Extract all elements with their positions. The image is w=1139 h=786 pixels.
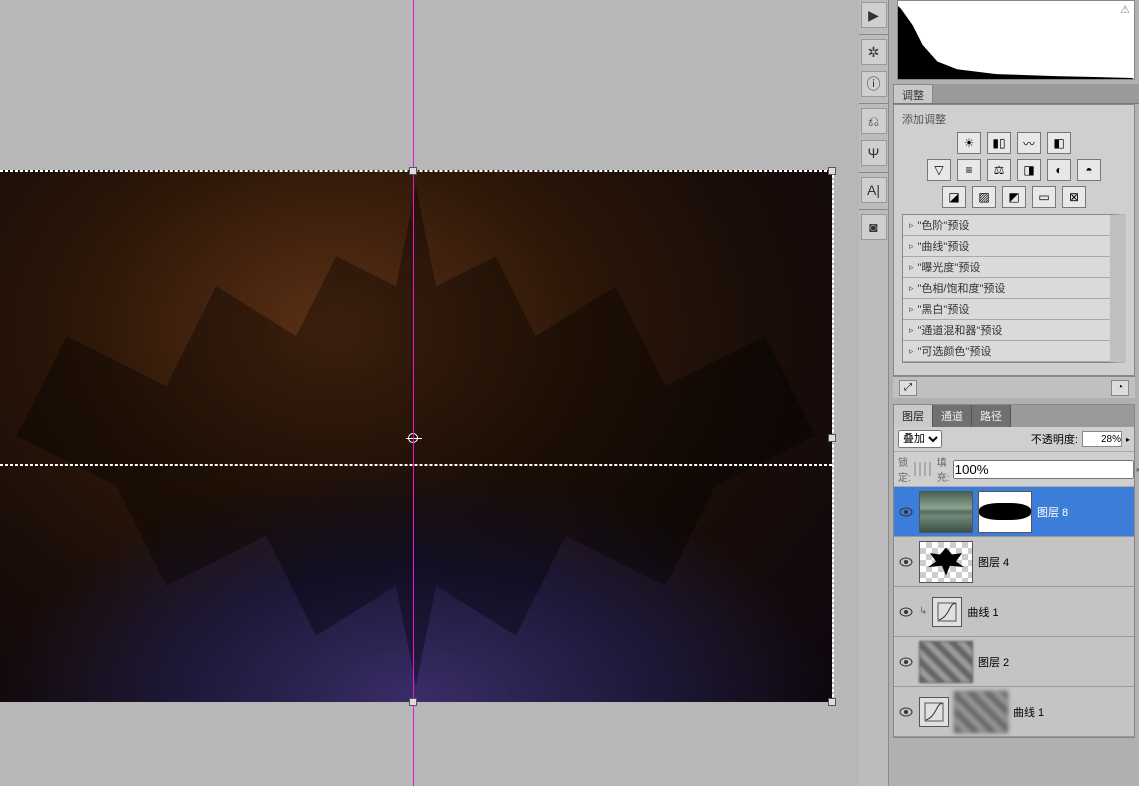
preset-exposure[interactable]: "曝光度"预设 [903,257,1110,278]
adjustments-panel: 添加调整 ☀ ▮▯ 〰 ◧ ▽ ≡ ⚖ ◨ ◐ ◓ ◪ ▨ ◩ ▭ ⊠ "色阶"… [893,104,1135,376]
visibility-icon[interactable] [898,504,914,520]
bw-icon[interactable]: ◨ [1017,159,1041,181]
add-adjustment-label: 添加调整 [902,111,1126,127]
adjustment-thumb[interactable] [932,597,962,627]
layer-name[interactable]: 图层 8 [1037,504,1068,520]
preset-chanmix[interactable]: "通道混和器"预设 [903,320,1110,341]
visibility-icon[interactable] [898,554,914,570]
layer-thumb[interactable] [919,541,973,583]
preset-bw[interactable]: "黑白"预设 [903,299,1110,320]
selectivecolor-icon[interactable]: ⊠ [1062,186,1086,208]
channelmix-icon[interactable]: ◓ [1077,159,1101,181]
brightness-icon[interactable]: ☀ [957,132,981,154]
mask-thumb[interactable] [954,691,1008,733]
tab-paths[interactable]: 路径 [972,405,1011,427]
adjust-footer: ⤢ ◔ [893,376,1135,398]
mask-thumb[interactable] [978,491,1032,533]
visibility-icon[interactable] [898,654,914,670]
character-icon[interactable]: A| [861,177,887,203]
transform-handle-r[interactable] [828,434,836,442]
vertical-guide [413,0,414,786]
lock-transparent-icon[interactable] [914,462,916,476]
styles-icon[interactable]: Ψ [861,140,887,166]
preset-hsl[interactable]: "色相/饱和度"预设 [903,278,1110,299]
layer-name[interactable]: 曲线 1 [967,604,998,620]
hsl-icon[interactable]: ≡ [957,159,981,181]
colorbalance-icon[interactable]: ⚖ [987,159,1011,181]
visibility-icon[interactable] [898,704,914,720]
layer-row[interactable]: 图层 2 [894,637,1134,687]
histogram-panel: ⚠ [897,0,1135,80]
threshold-icon[interactable]: ◩ [1002,186,1026,208]
panel-dock: ▶ ✲ ⓘ ⎌ Ψ A| ◙ [859,0,889,786]
warning-icon[interactable]: ⚠ [1120,3,1130,16]
transform-handle-b[interactable] [409,698,417,706]
tab-layers[interactable]: 图层 [894,405,933,427]
vibrance-icon[interactable]: ▽ [927,159,951,181]
canvas-area[interactable] [0,0,859,786]
layer-thumb[interactable] [919,491,973,533]
clip-icon[interactable]: ◔ [1111,380,1129,396]
layer-name[interactable]: 曲线 1 [1013,704,1044,720]
layers-panel: 图层 通道 路径 叠加 不透明度: ▸ 锁定: 填充: ▸ [893,404,1135,738]
layer-row[interactable]: 图层 4 [894,537,1134,587]
preset-curves[interactable]: "曲线"预设 [903,236,1110,257]
fill-input[interactable] [953,460,1134,479]
tab-channels[interactable]: 通道 [933,405,972,427]
transform-handle-br[interactable] [828,698,836,706]
lock-label: 锁定: [898,454,911,484]
layer-row[interactable]: 曲线 1 [894,687,1134,737]
dropdown-icon[interactable]: ▸ [1126,435,1130,444]
layer-row[interactable]: ↳ 曲线 1 [894,587,1134,637]
invert-icon[interactable]: ◪ [942,186,966,208]
visibility-icon[interactable] [898,604,914,620]
layer-list: 图层 8 图层 4 ↳ 曲线 1 图层 2 曲 [894,487,1134,737]
camera-icon[interactable]: ◙ [861,214,887,240]
preset-selcolor[interactable]: "可选颜色"预设 [903,341,1110,362]
layer-name[interactable]: 图层 4 [978,554,1009,570]
opacity-label: 不透明度: [1031,431,1078,447]
link-icon: ↳ [919,606,927,617]
transform-handle-top[interactable] [409,167,417,175]
levels-icon[interactable]: ▮▯ [987,132,1011,154]
lock-all-icon[interactable] [929,462,931,476]
info-icon[interactable]: ⓘ [861,71,887,97]
preset-levels[interactable]: "色阶"预设 [903,215,1110,236]
curves-icon[interactable]: 〰 [1017,132,1041,154]
blend-mode-select[interactable]: 叠加 [898,430,942,448]
expand-icon[interactable]: ⤢ [899,380,917,396]
layer-thumb[interactable] [919,641,973,683]
lock-paint-icon[interactable] [919,462,921,476]
tab-adjust[interactable]: 调整 [893,84,933,103]
lock-move-icon[interactable] [924,462,926,476]
exposure-icon[interactable]: ◧ [1047,132,1071,154]
layer-row[interactable]: 图层 8 [894,487,1134,537]
adjust-tabs: 调整 [893,84,1139,104]
photofilter-icon[interactable]: ◐ [1047,159,1071,181]
right-panels: ⚠ 调整 添加调整 ☀ ▮▯ 〰 ◧ ▽ ≡ ⚖ ◨ ◐ ◓ ◪ ▨ ◩ ▭ ⊠… [889,0,1139,786]
play-icon[interactable]: ▶ [861,2,887,28]
layer-name[interactable]: 图层 2 [978,654,1009,670]
opacity-input[interactable] [1082,431,1122,447]
transform-handle-tr[interactable] [828,167,836,175]
preset-list[interactable]: "色阶"预设 "曲线"预设 "曝光度"预设 "色相/饱和度"预设 "黑白"预设 … [902,214,1126,363]
swatch-icon[interactable]: ⎌ [861,108,887,134]
posterize-icon[interactable]: ▨ [972,186,996,208]
adjustment-thumb[interactable] [919,697,949,727]
fill-label: 填充: [937,454,950,484]
gradientmap-icon[interactable]: ▭ [1032,186,1056,208]
compass-icon[interactable]: ✲ [861,39,887,65]
